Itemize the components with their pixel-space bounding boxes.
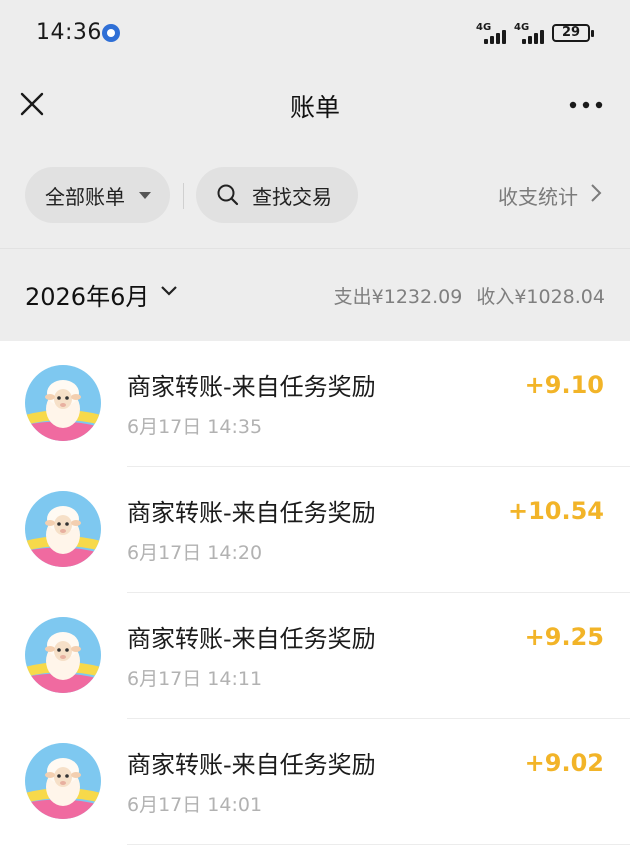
battery-icon: 29 [552, 24, 594, 42]
nav-bar: 账单 [0, 68, 630, 142]
status-time: 14:36 [36, 20, 102, 45]
transaction-title: 商家转账-来自任务奖励 [127, 499, 376, 527]
income-expense-stats-link[interactable]: 收支统计 [498, 181, 578, 210]
transaction-title: 商家转账-来自任务奖励 [127, 625, 376, 653]
divider [183, 183, 184, 209]
battery-level: 29 [561, 25, 581, 40]
sheep-avatar [25, 365, 101, 441]
transaction-time: 6月17日 14:20 [127, 542, 263, 564]
sheep-avatar [25, 491, 101, 567]
all-bills-filter-button[interactable]: 全部账单 [25, 167, 170, 223]
signal-icon: 4G [514, 22, 550, 44]
income-total: 收入¥1028.04 [476, 286, 605, 308]
chevron-right-icon[interactable] [590, 183, 602, 203]
app-notification-icon [102, 24, 120, 42]
transaction-title: 商家转账-来自任务奖励 [127, 373, 376, 401]
caret-down-icon [139, 192, 151, 199]
transaction-time: 6月17日 14:35 [127, 416, 263, 438]
divider [127, 844, 630, 845]
transaction-time: 6月17日 14:11 [127, 668, 263, 690]
transaction-amount: +10.54 [507, 497, 604, 525]
transaction-amount: +9.25 [524, 623, 604, 651]
filter-row: 全部账单 查找交易 收支统计 [0, 142, 630, 248]
network-type-label: 4G [476, 22, 492, 33]
sheep-avatar [25, 743, 101, 819]
transaction-row[interactable]: 商家转账-来自任务奖励 6月17日 14:11 +9.25 [0, 593, 630, 719]
page-title: 账单 [289, 93, 340, 122]
search-label: 查找交易 [252, 185, 332, 209]
network-type-label: 4G [514, 22, 530, 33]
all-bills-label: 全部账单 [45, 185, 125, 209]
transaction-time: 6月17日 14:01 [127, 794, 263, 816]
status-bar: 14:36 4G 4G 29 [0, 0, 630, 68]
signal-icon: 4G [476, 22, 512, 44]
expense-total: 支出¥1232.09 [333, 286, 463, 308]
month-selector[interactable]: 2026年6月 [25, 277, 149, 312]
transaction-row[interactable]: 商家转账-来自任务奖励 6月17日 14:20 +10.54 [0, 467, 630, 593]
sheep-avatar [25, 617, 101, 693]
transaction-amount: +9.02 [524, 749, 604, 777]
month-totals: 支出¥1232.09 收入¥1028.04 [334, 282, 605, 309]
search-transactions-button[interactable]: 查找交易 [196, 167, 358, 223]
transaction-row[interactable]: 商家转账-来自任务奖励 6月17日 14:35 +9.10 [0, 341, 630, 467]
transaction-list: 商家转账-来自任务奖励 6月17日 14:35 +9.10 商家转账-来自任务奖… [0, 341, 630, 848]
month-summary-bar: 2026年6月 支出¥1232.09 收入¥1028.04 [0, 249, 630, 341]
transaction-title: 商家转账-来自任务奖励 [127, 751, 376, 779]
chevron-down-icon[interactable] [160, 285, 178, 297]
search-icon [217, 184, 239, 206]
more-icon[interactable] [568, 100, 604, 110]
transaction-amount: +9.10 [524, 371, 604, 399]
transaction-row[interactable]: 商家转账-来自任务奖励 6月17日 14:01 +9.02 [0, 719, 630, 845]
